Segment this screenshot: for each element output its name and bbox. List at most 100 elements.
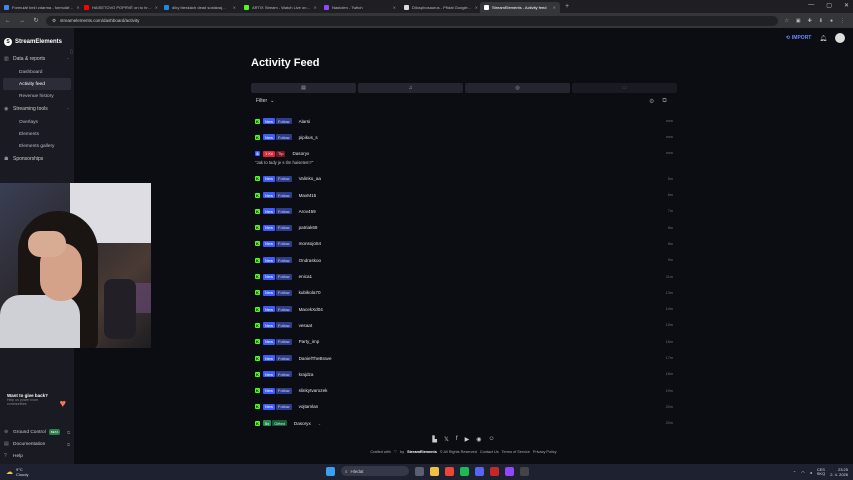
contact-link[interactable]: Contact Us	[480, 450, 499, 454]
file-explorer-icon[interactable]	[430, 466, 439, 476]
tab-tips[interactable]: ◎	[465, 83, 570, 93]
feed-item[interactable]: K New Follow Ondraskoo 9m	[253, 252, 675, 268]
tray-expand-icon[interactable]: ⌃	[793, 470, 796, 475]
username[interactable]: pipikus_s	[299, 135, 318, 140]
feed-item[interactable]: K New Follow slinkytvarozek 19m	[253, 382, 675, 398]
url-field[interactable]: ⚙ streamelements.com/dashboard/activity	[46, 15, 779, 26]
settings-icon[interactable]: ⚙	[649, 98, 654, 105]
tab-close-icon[interactable]: ✕	[313, 5, 316, 10]
tab-close-icon[interactable]: ✕	[553, 5, 556, 10]
import-button[interactable]: ⟲ IMPORT	[786, 35, 812, 41]
sidebar-item[interactable]: Elements	[3, 128, 71, 140]
language-indicator[interactable]: CES SKQ	[817, 468, 825, 476]
feed-item[interactable]: K New Follow Valinko_aa 5m	[253, 171, 675, 187]
username[interactable]: kubikola70	[299, 290, 321, 295]
notifications-icon[interactable]: 🔔︎	[819, 35, 827, 42]
feed-item[interactable]: K New Follow DanielTheBrave 17m	[253, 350, 675, 366]
twitch-icon[interactable]: ▙	[432, 436, 437, 443]
feed-item[interactable]: K New Follow Alarsi now	[253, 113, 675, 129]
tab-close-icon[interactable]: ✕	[475, 5, 478, 10]
task-view-icon[interactable]	[415, 466, 424, 476]
browser-tab[interactable]: Dilosphosaurus - Přidat Google… ✕	[400, 2, 480, 13]
feed-item[interactable]: K New Follow enica1 11m	[253, 268, 675, 284]
username[interactable]: vesaat	[299, 323, 313, 328]
obs-icon[interactable]	[505, 466, 514, 476]
taskbar-search[interactable]: ⌕ Hledat	[341, 466, 409, 476]
new-tab-button[interactable]: +	[560, 3, 574, 10]
sidebar-section[interactable]: ◉ Streaming tools ⌃	[0, 102, 74, 116]
browser-tab[interactable]: Formulář beží zdarma - formulář… ✕	[0, 2, 80, 13]
privacy-link[interactable]: Privacy Policy	[533, 450, 557, 454]
clock[interactable]: 23:25 2. 4. 2026	[830, 467, 848, 477]
sidebar-bottom-link[interactable]: ? Help	[0, 450, 74, 462]
tab-close-icon[interactable]: ✕	[393, 5, 396, 10]
feed-item[interactable]: $1 Kč Tip Dasoryx now "Jak to tady je s tím …	[253, 146, 675, 171]
discord-app-icon[interactable]	[475, 466, 484, 476]
opera-icon[interactable]	[490, 466, 499, 476]
back-icon[interactable]: ←	[4, 18, 12, 24]
username[interactable]: Party_imp	[299, 339, 320, 344]
sidebar-item[interactable]: Overlays	[3, 116, 71, 128]
username[interactable]: Dasoryx	[294, 421, 311, 426]
chevron-down-icon[interactable]: ⌄	[318, 421, 321, 426]
tab-close-icon[interactable]: ✕	[155, 5, 158, 10]
wifi-icon[interactable]: ◠	[801, 470, 805, 475]
username[interactable]: MacekXd04	[299, 307, 323, 312]
profile-icon[interactable]: ●	[830, 18, 833, 24]
username[interactable]: MaxM15	[299, 193, 317, 198]
feed-item[interactable]: K New Follow Arov459 7m	[253, 203, 675, 219]
username[interactable]: enica1	[299, 274, 313, 279]
username[interactable]: DanielTheBrave	[299, 356, 332, 361]
bookmark-star-icon[interactable]: ☆	[784, 18, 788, 24]
spotify-icon[interactable]	[460, 466, 469, 476]
username[interactable]: slinkytvarozek	[299, 388, 328, 393]
browser-tab[interactable]: Nastolen - Twitch ✕	[320, 2, 400, 13]
puzzle-icon[interactable]: ✚	[808, 18, 812, 24]
weather-widget[interactable]: ☁ 9°C Cloudy	[0, 467, 28, 477]
facebook-icon[interactable]: f	[456, 436, 458, 443]
feed-item[interactable]: K New Follow krajdza 18m	[253, 366, 675, 382]
feed-item[interactable]: K New Follow Party_imp 16m	[253, 334, 675, 350]
sidebar-item[interactable]: Dashboard	[3, 66, 71, 78]
browser-tab[interactable]: StreamElements - Activity feed ✕	[480, 2, 560, 13]
brand-logo[interactable]: S StreamElements	[0, 28, 74, 52]
sidebar-item[interactable]: Activity feed	[3, 78, 71, 90]
browser-tab[interactable]: díky bleskách dead sostávaj… ✕	[160, 2, 240, 13]
username[interactable]: Valinko_aa	[299, 176, 321, 181]
feed-item[interactable]: K New Follow vojtamlan 20m	[253, 399, 675, 415]
reload-icon[interactable]: ↻	[32, 17, 40, 24]
popout-icon[interactable]: ⧉	[662, 98, 666, 105]
username[interactable]: Ondraskoo	[299, 258, 321, 263]
start-icon[interactable]	[326, 466, 335, 476]
feed-item[interactable]: K New Follow pipikus_s now	[253, 129, 675, 145]
minimize-icon[interactable]: —	[808, 2, 814, 9]
tab-all[interactable]: ▤	[251, 83, 356, 93]
username[interactable]: Dasoryx	[292, 151, 309, 156]
sidebar-bottom-link[interactable]: ⊕ Ground Control BETA ⧉	[0, 426, 74, 438]
feed-item[interactable]: K New Follow MaxM15 6m	[253, 187, 675, 203]
username[interactable]: Alarsi	[299, 119, 311, 124]
browser-tab[interactable]: HAISETOVO POPRVÉ on to hr… ✕	[80, 2, 160, 13]
forward-icon[interactable]: →	[18, 18, 26, 24]
menu-icon[interactable]: ⋮	[840, 18, 845, 24]
site-info-icon[interactable]: ⚙	[52, 18, 56, 24]
username[interactable]: Arov459	[299, 209, 316, 214]
app-icon[interactable]	[520, 466, 529, 476]
user-avatar[interactable]	[835, 33, 845, 43]
sidebar-section[interactable]: ☗ Sponsorships	[0, 152, 74, 166]
collapse-sidebar-icon[interactable]: ▯	[70, 49, 73, 55]
sidebar-item[interactable]: Elements gallery	[3, 140, 71, 152]
tab-other[interactable]: ▭	[572, 83, 677, 93]
discord-icon[interactable]: ☺	[488, 436, 494, 443]
close-icon[interactable]: ✕	[844, 2, 849, 9]
feed-item[interactable]: K New Follow kubikola70 13m	[253, 285, 675, 301]
x-icon[interactable]: 𝕏	[444, 436, 449, 443]
volume-icon[interactable]: ◂	[810, 470, 812, 475]
tab-alerts[interactable]: ♫	[358, 83, 463, 93]
sidebar-section[interactable]: ▥ Data & reports ⌃	[0, 52, 74, 66]
terms-link[interactable]: Terms of Service	[502, 450, 530, 454]
youtube-icon[interactable]: ▶	[465, 436, 470, 443]
extension-icon[interactable]: ▣	[796, 18, 801, 24]
promo-card[interactable]: Want to give back? Help us power more co…	[3, 393, 71, 415]
feed-item[interactable]: K New Follow vesaat 15m	[253, 317, 675, 333]
